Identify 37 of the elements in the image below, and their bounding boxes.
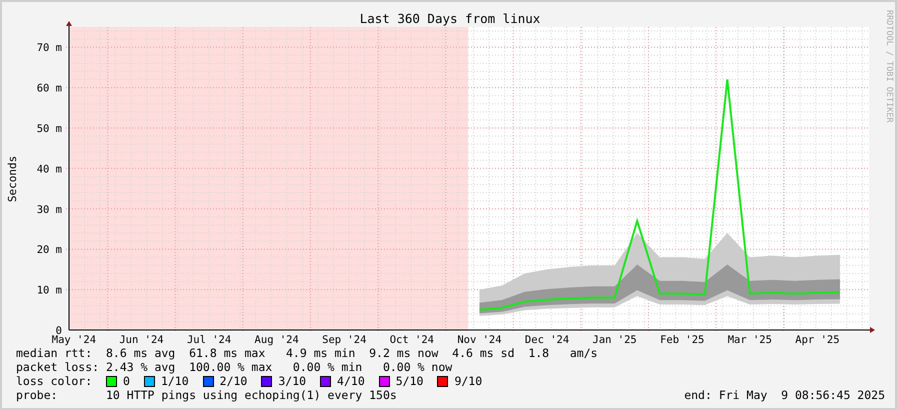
y-tick-label: 20 m [36,244,62,256]
y-tick-label: 10 m [36,284,62,297]
legend-label: packet loss: [16,360,100,374]
x-tick-label: Apr '25 [795,334,840,346]
x-tick-label: Jul '24 [186,334,232,346]
swatch-label: 9/10 [454,374,482,388]
legend-label: loss color: [16,374,94,388]
y-axis-title: Seconds [6,156,19,202]
chart-title: Last 360 Days from linux [360,11,540,26]
x-tick-label: Jun '24 [119,334,164,346]
y-tick-label: 50 m [36,123,62,135]
watermark-label: RRDTOOL / TOBI OETIKER [884,10,894,123]
legend-values: 8.6 ms avg 61.8 ms max 4.9 ms min 9.2 ms now 4.6 ms sd 1.8 am/s [106,346,598,360]
y-tick-label: 60 m [36,82,62,95]
legend-label: median rtt: [16,346,94,360]
x-tick-label: Feb '25 [660,334,704,346]
swatch-label: 5/10 [396,374,424,388]
x-tick-label: Oct '24 [390,334,434,346]
x-tick-label: Sep '24 [322,334,366,346]
x-tick-label: Aug '24 [254,334,299,346]
y-tick-label: 40 m [36,163,62,176]
swatch-label: 4/10 [337,374,365,388]
swatch-label: 0 [123,374,130,388]
end-time: end: Fri May 9 08:56:45 2025 [684,388,885,402]
swatch-label: 2/10 [220,374,248,388]
x-tick-label: Dec '24 [524,334,570,346]
swatch-label: 3/10 [278,374,306,388]
y-tick-label: 70 m [36,42,62,54]
legend-values: 2.43 % avg 100.00 % max 0.00 % min 0.00 % now [106,360,452,374]
x-tick-label: Jan '25 [592,334,637,346]
x-tick-label: Mar '25 [728,334,772,346]
probe-text: 10 HTTP pings using echoping(1) every 150s [106,388,398,402]
y-tick-label: 30 m [36,204,62,216]
x-tick-label: May '24 [52,334,96,346]
swatch-label: 1/10 [160,374,189,388]
legend-label: probe: [16,388,59,402]
x-tick-label: Nov '24 [457,334,502,346]
